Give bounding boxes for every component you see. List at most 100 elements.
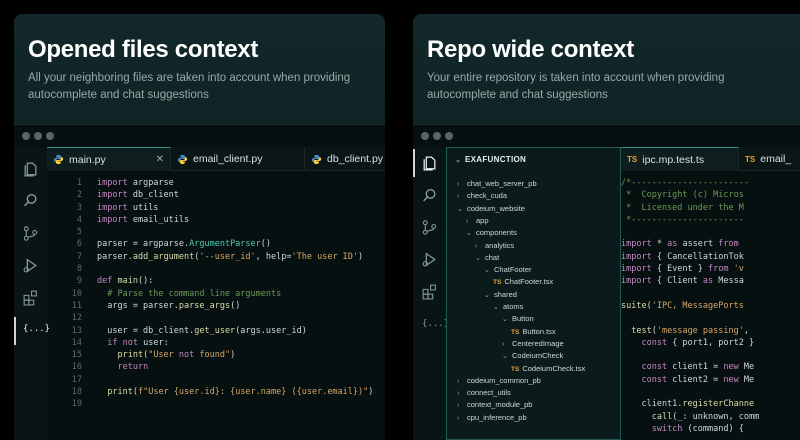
code-area[interactable]: 1 import argparse 2 import db_client 3 import… — [47, 177, 385, 440]
tree-folder[interactable]: ⌄ Button — [502, 313, 534, 325]
codeium-chat-icon[interactable]: {...} — [23, 324, 50, 341]
typescript-icon: TS — [745, 154, 756, 164]
code-line: const { port1, port2 } — [621, 337, 800, 349]
typescript-icon: TS — [511, 328, 520, 336]
tree-file[interactable]: TS Button.tsx — [511, 326, 556, 338]
search-icon[interactable] — [421, 187, 438, 204]
tree-folder[interactable]: › analytics — [475, 240, 514, 252]
code-line: 10 # Parse the command line arguments — [47, 288, 385, 300]
line-number: 1 — [76, 178, 82, 188]
opened-files-context-card: Opened files context All your neighborin… — [14, 14, 385, 440]
file-tree: › chat_web_server_pb › check_cuda ⌄ codeium_w… — [447, 178, 620, 439]
run-debug-icon[interactable] — [22, 257, 39, 274]
tree-folder[interactable]: ⌄ components — [466, 227, 517, 239]
line-number: 6 — [76, 239, 82, 250]
tree-folder[interactable]: ⌄ atoms — [493, 301, 523, 313]
chevron-right-icon: › — [457, 414, 460, 422]
activity-bar: {...} — [413, 147, 449, 440]
code-line: 5 — [47, 226, 385, 238]
code-line: 3 import utils — [47, 202, 385, 214]
tree-folder[interactable]: › context_module_pb — [457, 399, 532, 411]
tree-folder[interactable]: › cpu_inference_pb — [457, 412, 527, 424]
code-text: parser.add_argument('--user_id', help='T… — [97, 251, 364, 262]
extensions-icon[interactable] — [22, 289, 39, 306]
tree-folder[interactable]: ⌄ CodeiumCheck — [502, 350, 563, 362]
tree-folder[interactable]: ⌄ chat — [475, 252, 499, 264]
tree-folder[interactable]: › CenteredImage — [502, 338, 564, 350]
explorer-header[interactable]: ⌄ EXAFUNCTION — [447, 148, 620, 172]
tree-file[interactable]: TS CodeiumCheck.tsx — [511, 363, 585, 375]
tree-folder[interactable]: › chat_web_server_pb — [457, 178, 537, 190]
typescript-icon: TS — [493, 279, 502, 287]
window-maximize-dot[interactable] — [445, 132, 453, 140]
code-line: import { CancellationTok — [621, 251, 800, 263]
tree-folder[interactable]: › connect_utils — [457, 387, 511, 399]
run-debug-icon[interactable] — [421, 251, 438, 268]
code-line: switch (command) { — [621, 423, 800, 435]
code-text: import * as assert from — [621, 239, 739, 250]
code-text: return — [117, 362, 149, 373]
tab-email-ts[interactable]: TS email_ — [739, 147, 800, 171]
python-icon — [53, 154, 64, 165]
source-control-icon[interactable] — [421, 219, 438, 236]
window-minimize-dot[interactable] — [34, 132, 42, 140]
search-icon[interactable] — [22, 192, 39, 209]
code-text: def main(): — [97, 276, 154, 287]
code-line: 17 — [47, 374, 385, 386]
code-line: 11 args = parser.parse_args() — [47, 300, 385, 312]
tree-label: codeium_common_pb — [467, 375, 541, 385]
tab-label: db_client.py — [327, 153, 384, 165]
tab-label: main.py — [69, 153, 106, 166]
window-maximize-dot[interactable] — [46, 132, 54, 140]
repo-wide-context-card: Repo wide context Your entire repository… — [413, 14, 800, 440]
tree-label: ChatFooter.tsx — [504, 277, 554, 287]
line-number: 12 — [71, 313, 82, 324]
code-line: call(_: unknown, comm — [621, 411, 800, 423]
code-text: import email_utils — [97, 214, 190, 225]
source-control-icon[interactable] — [22, 225, 39, 242]
tree-label: Button — [512, 314, 534, 324]
files-icon[interactable] — [22, 161, 39, 178]
code-line: 9 def main(): — [47, 275, 385, 287]
tab-ipc-mp-test-ts[interactable]: TS ipc.mp.test.ts — [621, 147, 739, 171]
code-text: /*----------------------- — [621, 178, 749, 188]
tree-label: chat_web_server_pb — [467, 179, 537, 188]
line-number: 7 — [76, 251, 82, 262]
close-icon[interactable]: ✕ — [156, 154, 164, 165]
tree-label: chat — [485, 252, 500, 262]
code-line: 16 return — [47, 361, 385, 373]
code-text: args = parser.parse_args() — [97, 300, 241, 311]
tree-folder[interactable]: ⌄ ChatFooter — [484, 264, 532, 276]
python-icon — [177, 154, 188, 165]
code-line: 8 — [47, 263, 385, 275]
tree-folder[interactable]: ⌄ shared — [484, 289, 517, 301]
code-line: 15 print("User not found") — [47, 349, 385, 361]
tab-db-client-py[interactable]: db_client.py — [305, 147, 385, 171]
window-close-dot[interactable] — [421, 132, 429, 140]
window-close-dot[interactable] — [22, 132, 30, 140]
codeium-chat-icon[interactable]: {...} — [422, 319, 449, 336]
tab-email-client-py[interactable]: email_client.py — [171, 147, 305, 171]
line-number: 9 — [76, 276, 82, 287]
line-number: 14 — [71, 337, 82, 348]
extensions-icon[interactable] — [421, 283, 438, 300]
tree-folder[interactable]: › codeium_common_pb — [457, 375, 541, 387]
window-titlebar — [413, 125, 800, 147]
line-number: 5 — [76, 227, 82, 238]
window-minimize-dot[interactable] — [433, 132, 441, 140]
tree-label: shared — [494, 289, 517, 299]
tree-file[interactable]: TS ChatFooter.tsx — [493, 276, 553, 288]
code-text: user = db_client.get_user(args.user_id) — [97, 325, 307, 336]
code-line: * Copyright (c) Micros — [621, 189, 800, 201]
tree-folder[interactable]: › app — [466, 215, 489, 227]
code-line: const client1 = new Me — [621, 361, 800, 373]
files-icon[interactable] — [421, 155, 438, 172]
tab-main-py[interactable]: main.py ✕ — [47, 147, 171, 171]
tree-folder[interactable]: › check_cuda — [457, 190, 507, 202]
code-area[interactable]: /*----------------------- * Copyright (c… — [621, 177, 800, 440]
code-line: *---------------------- — [621, 214, 800, 226]
code-text: const { port1, port2 } — [641, 337, 755, 348]
tree-folder[interactable]: ⌄ codeium_website — [457, 203, 525, 215]
